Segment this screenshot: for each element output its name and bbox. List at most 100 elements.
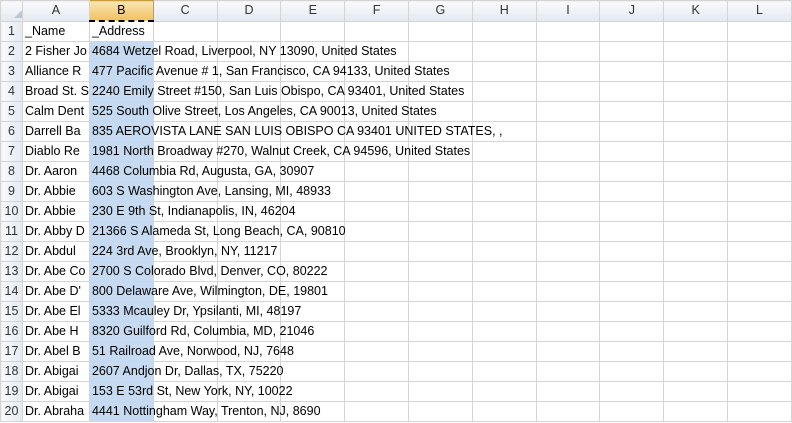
cell-k[interactable] <box>663 221 729 242</box>
cell-h[interactable] <box>471 241 537 262</box>
cell-a[interactable]: Dr. Abe El <box>22 301 90 322</box>
cell-l[interactable] <box>727 101 792 122</box>
cell-e[interactable] <box>280 361 346 382</box>
cell-a[interactable]: Dr. Abe Co <box>22 261 90 282</box>
cell-i[interactable] <box>535 41 601 62</box>
cell-l[interactable] <box>727 41 792 62</box>
cell-d[interactable] <box>216 20 282 42</box>
column-header-f[interactable]: F <box>344 0 409 22</box>
cell-e[interactable] <box>280 20 346 42</box>
cell-j[interactable] <box>599 301 665 322</box>
cell-g[interactable] <box>408 181 473 202</box>
cell-b[interactable]: 525 South Olive Street, Los Angeles, CA … <box>88 101 437 122</box>
cell-j[interactable] <box>599 41 665 62</box>
cell-k[interactable] <box>663 241 729 262</box>
cell-b[interactable]: 603 S Washington Ave, Lansing, MI, 48933 <box>88 181 331 202</box>
cell-h[interactable] <box>471 221 537 242</box>
cell-f[interactable] <box>344 401 409 422</box>
cell-a[interactable]: Dr. Abraha <box>22 401 90 422</box>
row-header[interactable]: 19 <box>0 381 23 402</box>
row-header[interactable]: 4 <box>0 81 23 102</box>
cell-l[interactable] <box>727 181 792 202</box>
cell-g[interactable] <box>408 20 473 42</box>
row-header[interactable]: 10 <box>0 201 23 222</box>
cell-b[interactable]: _Address <box>88 20 154 42</box>
cell-k[interactable] <box>663 261 729 282</box>
cell-b[interactable]: 8320 Guilford Rd, Columbia, MD, 21046 <box>88 321 314 342</box>
cell-h[interactable] <box>471 181 537 202</box>
cell-l[interactable] <box>727 221 792 242</box>
cell-l[interactable] <box>727 321 792 342</box>
cell-j[interactable] <box>599 361 665 382</box>
cell-l[interactable] <box>727 241 792 262</box>
cell-l[interactable] <box>727 20 792 42</box>
cell-j[interactable] <box>599 381 665 402</box>
cell-j[interactable] <box>599 241 665 262</box>
cell-h[interactable] <box>471 321 537 342</box>
cell-g[interactable] <box>408 341 473 362</box>
cell-h[interactable] <box>471 161 537 182</box>
cell-a[interactable]: Dr. Abby D <box>22 221 90 242</box>
cell-l[interactable] <box>727 141 792 162</box>
cell-i[interactable] <box>535 181 601 202</box>
cell-l[interactable] <box>727 281 792 302</box>
cell-a[interactable]: Dr. Abbie <box>22 201 90 222</box>
cell-l[interactable] <box>727 261 792 282</box>
row-header[interactable]: 7 <box>0 141 23 162</box>
cell-b[interactable]: 153 E 53rd St, New York, NY, 10022 <box>88 381 293 402</box>
cell-k[interactable] <box>663 301 729 322</box>
row-header[interactable]: 12 <box>0 241 23 262</box>
cell-g[interactable] <box>408 201 473 222</box>
row-header[interactable]: 1 <box>0 20 23 42</box>
cell-f[interactable] <box>344 321 409 342</box>
cell-a[interactable]: _Name <box>22 20 90 42</box>
cell-b[interactable]: 21366 S Alameda St, Long Beach, CA, 9081… <box>88 221 346 242</box>
cell-i[interactable] <box>535 61 601 82</box>
cell-a[interactable]: Broad St. S <box>22 81 90 102</box>
cell-k[interactable] <box>663 201 729 222</box>
cell-i[interactable] <box>535 201 601 222</box>
column-header-j[interactable]: J <box>599 0 665 22</box>
cell-l[interactable] <box>727 201 792 222</box>
cell-h[interactable] <box>471 101 537 122</box>
row-header[interactable]: 2 <box>0 41 23 62</box>
row-header[interactable]: 11 <box>0 221 23 242</box>
cell-b[interactable]: 2700 S Colorado Blvd, Denver, CO, 80222 <box>88 261 328 282</box>
column-header-d[interactable]: D <box>216 0 282 22</box>
cell-a[interactable]: Dr. Abe D' <box>22 281 90 302</box>
cell-i[interactable] <box>535 101 601 122</box>
cell-j[interactable] <box>599 181 665 202</box>
cell-g[interactable] <box>408 301 473 322</box>
cell-l[interactable] <box>727 61 792 82</box>
cell-a[interactable]: Dr. Abigai <box>22 381 90 402</box>
cell-b[interactable]: 5333 Mcauley Dr, Ypsilanti, MI, 48197 <box>88 301 301 322</box>
column-header-c[interactable]: C <box>152 0 218 22</box>
cell-k[interactable] <box>663 101 729 122</box>
cell-a[interactable]: Alliance R <box>22 61 90 82</box>
cell-h[interactable] <box>471 61 537 82</box>
cell-f[interactable] <box>344 221 409 242</box>
cell-i[interactable] <box>535 341 601 362</box>
cell-g[interactable] <box>408 381 473 402</box>
cell-j[interactable] <box>599 101 665 122</box>
cell-j[interactable] <box>599 61 665 82</box>
cell-k[interactable] <box>663 161 729 182</box>
cell-h[interactable] <box>471 20 537 42</box>
cell-k[interactable] <box>663 321 729 342</box>
column-header-k[interactable]: K <box>663 0 729 22</box>
cell-i[interactable] <box>535 241 601 262</box>
cell-h[interactable] <box>471 81 537 102</box>
cell-g[interactable] <box>408 41 473 62</box>
cell-b[interactable]: 800 Delaware Ave, Wilmington, DE, 19801 <box>88 281 328 302</box>
cell-i[interactable] <box>535 381 601 402</box>
cell-b[interactable]: 224 3rd Ave, Brooklyn, NY, 11217 <box>88 241 277 262</box>
cell-g[interactable] <box>408 401 473 422</box>
cell-l[interactable] <box>727 161 792 182</box>
cell-j[interactable] <box>599 121 665 142</box>
cell-b[interactable]: 2607 Andjon Dr, Dallas, TX, 75220 <box>88 361 284 382</box>
cell-g[interactable] <box>408 361 473 382</box>
cell-j[interactable] <box>599 341 665 362</box>
column-header-h[interactable]: H <box>471 0 537 22</box>
cell-b[interactable]: 51 Railroad Ave, Norwood, NJ, 7648 <box>88 341 294 362</box>
cell-k[interactable] <box>663 181 729 202</box>
